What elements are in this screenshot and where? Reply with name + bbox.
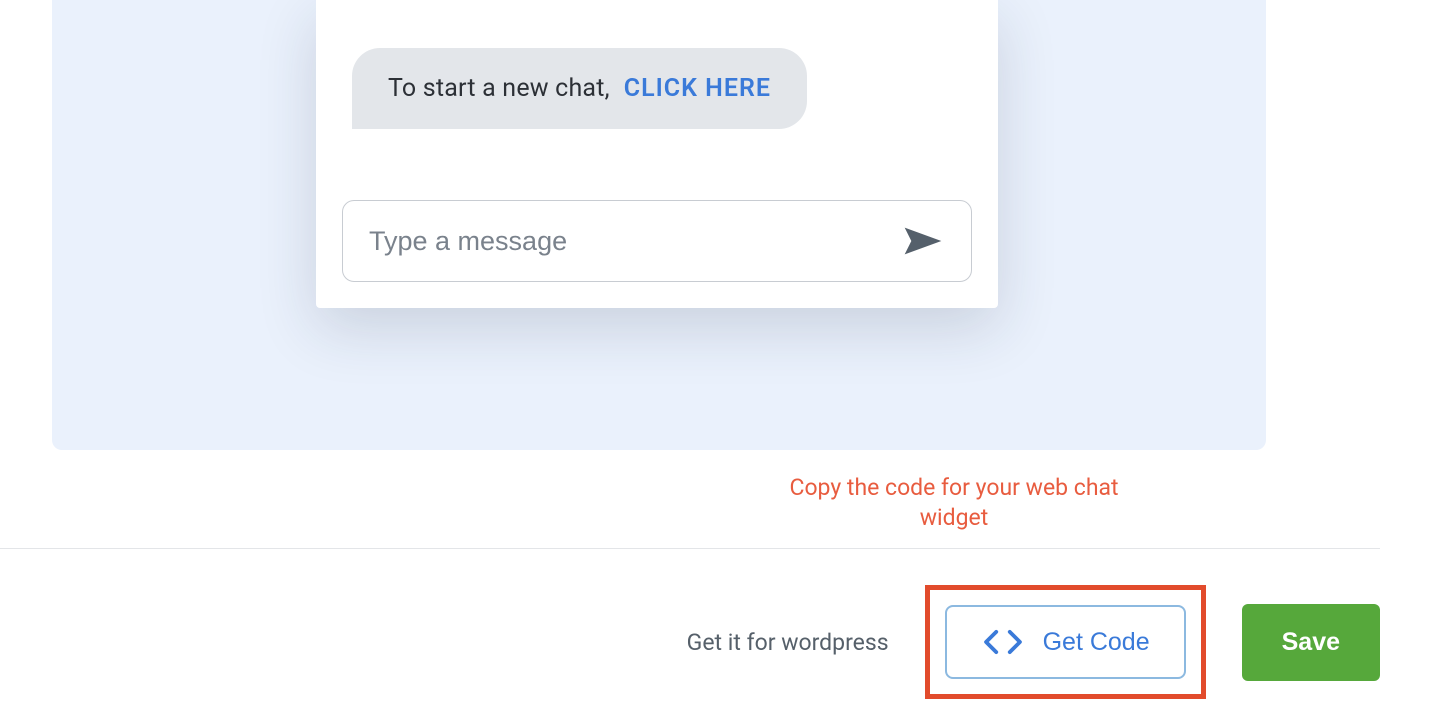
chat-widget-preview: To start a new chat, CLICK HERE [316,0,998,308]
footer-divider [0,548,1380,549]
getcode-highlight-box: Get Code [925,585,1206,699]
chat-bubble: To start a new chat, CLICK HERE [352,48,807,129]
chat-input-row [342,200,972,282]
code-icon [981,627,1025,657]
send-icon [903,224,943,258]
message-input[interactable] [369,226,897,257]
send-button[interactable] [897,218,949,264]
wordpress-link[interactable]: Get it for wordpress [687,629,889,656]
footer-actions: Get it for wordpress Get Code Save [0,585,1380,699]
save-button[interactable]: Save [1242,604,1380,681]
chat-body: To start a new chat, CLICK HERE [342,24,972,282]
chat-bubble-text: To start a new chat, [388,74,610,103]
helper-text: Copy the code for your web chat widget [780,473,1128,534]
chat-bubble-link[interactable]: CLICK HERE [624,74,771,103]
chat-messages: To start a new chat, CLICK HERE [342,24,972,176]
get-code-label: Get Code [1043,628,1150,657]
get-code-button[interactable]: Get Code [945,605,1186,679]
